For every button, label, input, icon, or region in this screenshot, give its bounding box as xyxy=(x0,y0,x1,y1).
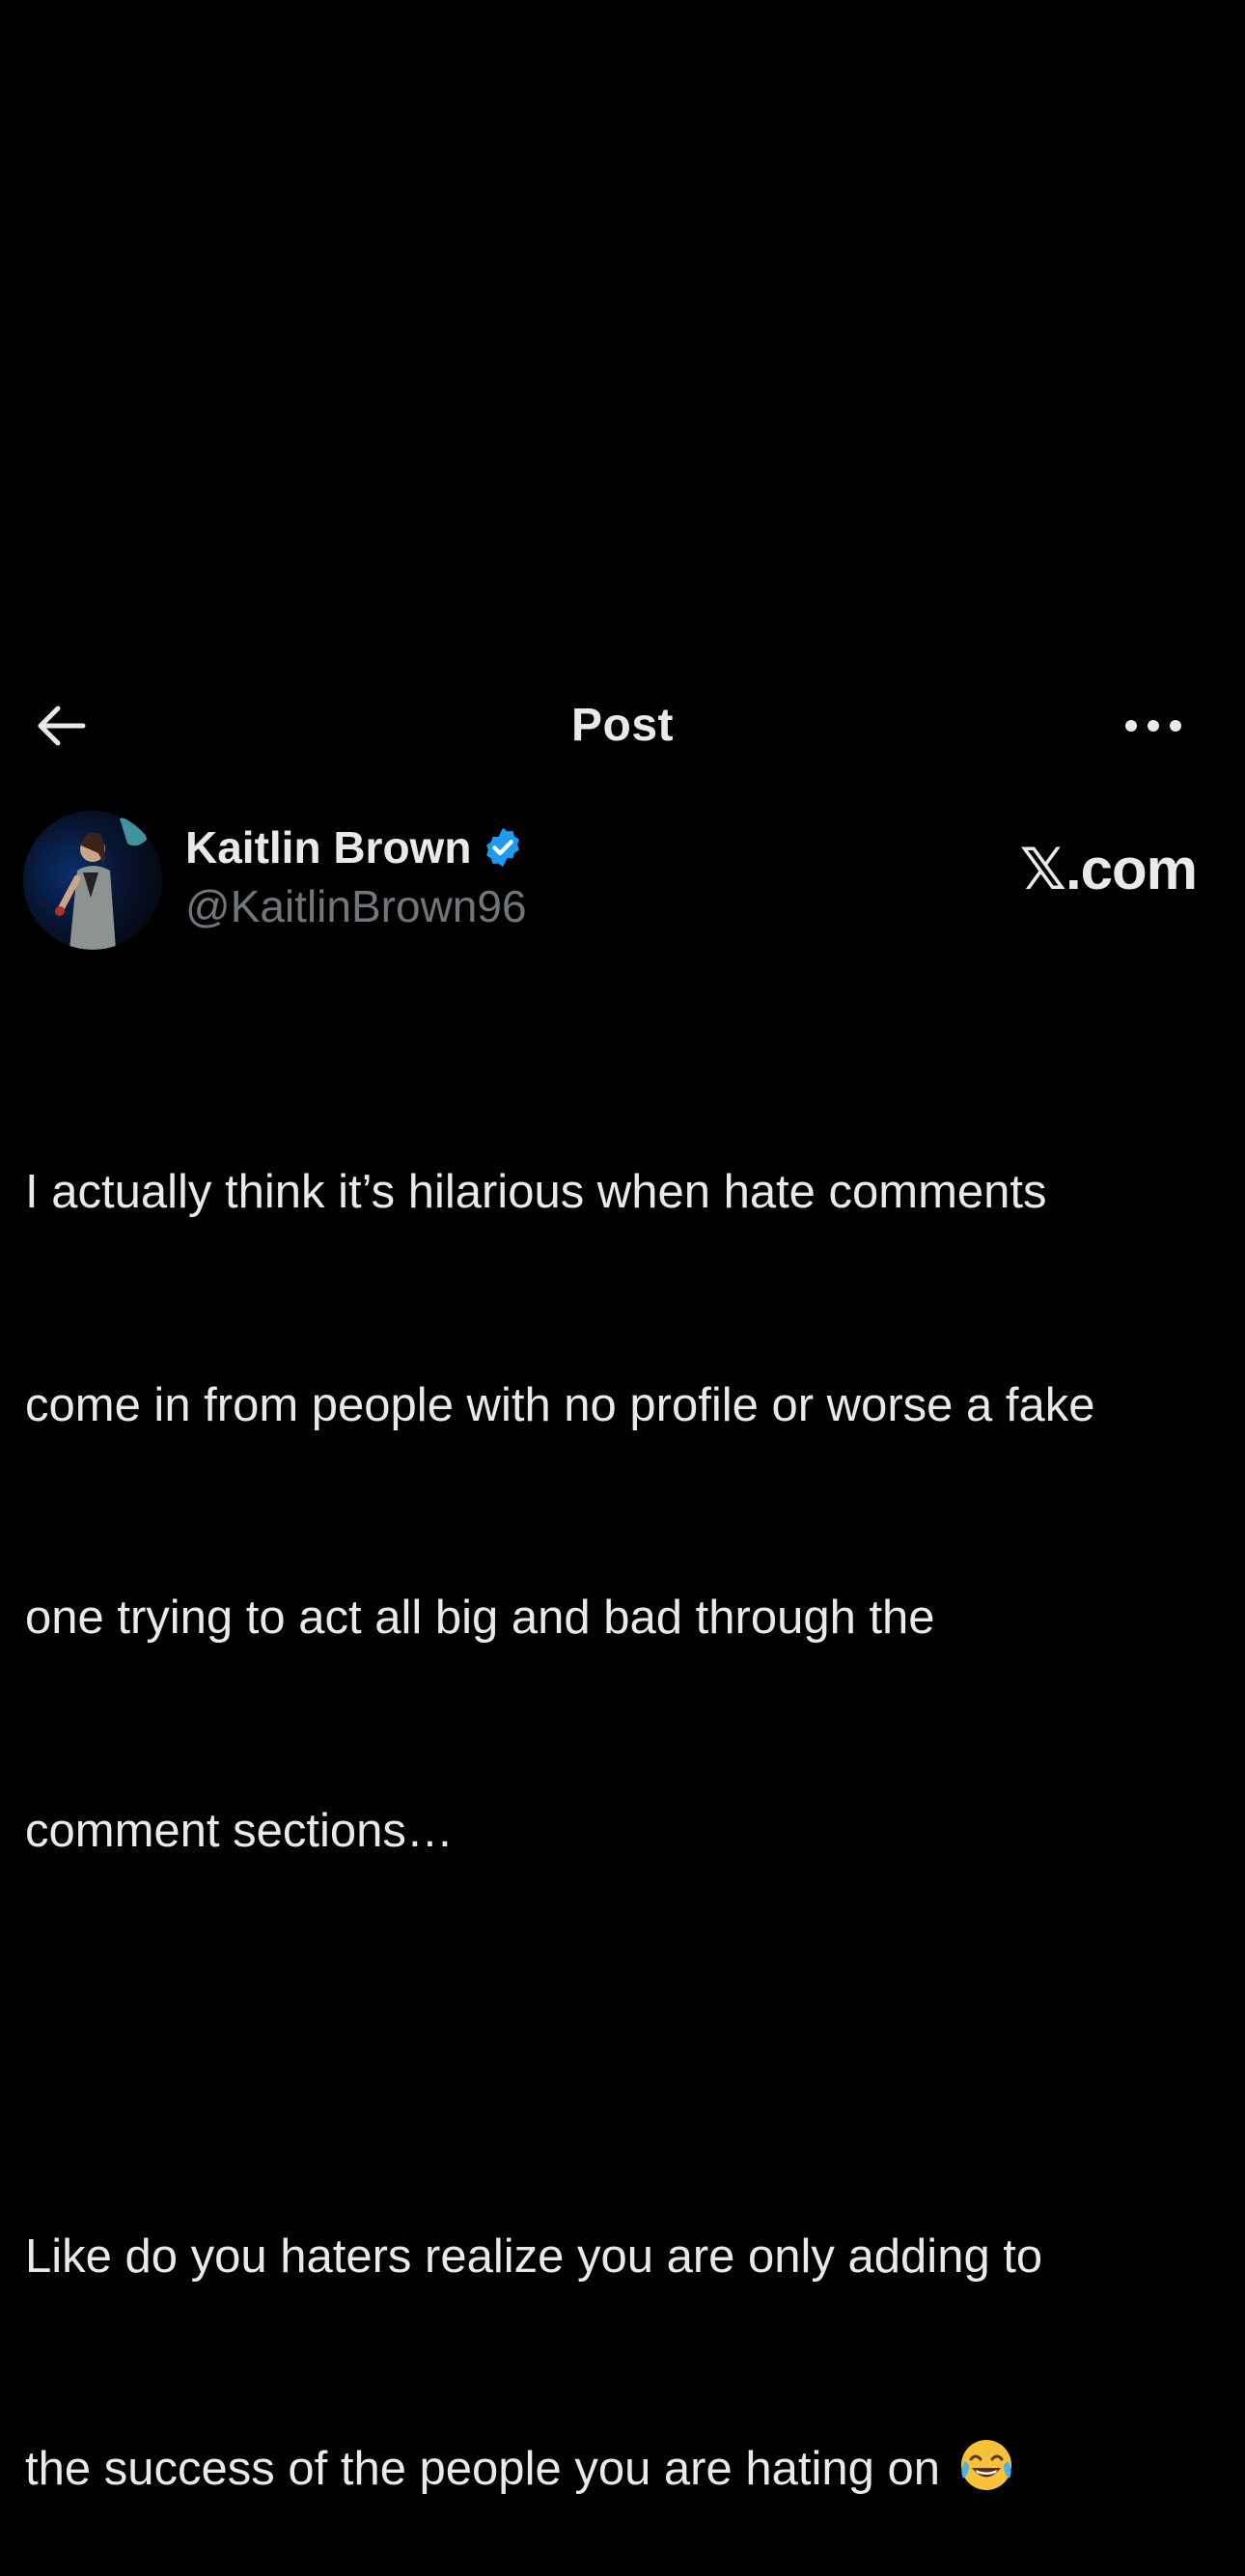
post-text: I actually think it’s hilarious when hat… xyxy=(25,1015,1222,2576)
page-title: Post xyxy=(570,700,674,751)
post-line: Like do you haters realize you are only … xyxy=(25,2230,1043,2283)
post-line: come in from people with no profile or w… xyxy=(25,1378,1095,1431)
name-row: Kaitlin Brown xyxy=(185,817,527,878)
post-line: I actually think it’s hilarious when hat… xyxy=(25,1166,1047,1218)
avatar-image xyxy=(23,811,162,950)
more-horizontal-icon xyxy=(1125,720,1181,732)
post-line: comment sections… xyxy=(25,1804,454,1857)
verified-badge-icon xyxy=(486,827,520,868)
watermark-logo: 𝕏.com xyxy=(1019,837,1198,901)
more-options-button[interactable] xyxy=(1120,701,1187,751)
user-handle[interactable]: @KaitlinBrown96 xyxy=(185,880,527,932)
post-line: one trying to act all big and bad throug… xyxy=(25,1592,935,1644)
avatar[interactable] xyxy=(23,811,162,950)
display-name[interactable]: Kaitlin Brown xyxy=(185,821,471,873)
post-line-with-emoji: the success of the people you are hating… xyxy=(25,2434,1222,2506)
author-info: Kaitlin Brown @KaitlinBrown96 xyxy=(185,817,527,932)
face-with-tears-of-joy-icon xyxy=(960,2440,1011,2490)
top-bar: Post xyxy=(0,687,1245,766)
post-line: the success of the people you are hating… xyxy=(25,2443,940,2495)
